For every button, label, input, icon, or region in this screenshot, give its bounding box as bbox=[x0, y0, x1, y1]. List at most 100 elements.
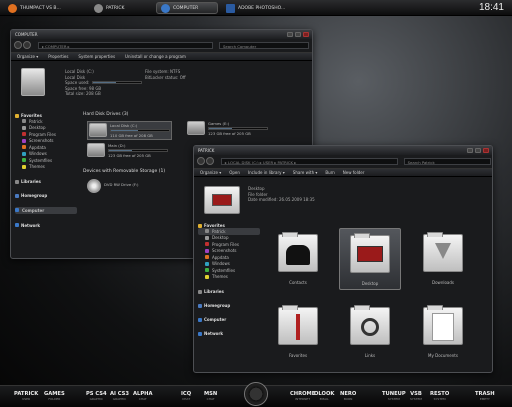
back-button[interactable] bbox=[197, 157, 205, 165]
folder-label: Downloads bbox=[432, 280, 454, 285]
details-pane-right: File system: NTFS BitLocker status: Off bbox=[145, 69, 186, 80]
back-button[interactable] bbox=[14, 41, 22, 49]
maximize-button[interactable] bbox=[295, 32, 301, 37]
folder-icon bbox=[22, 145, 26, 150]
dock-item-msn[interactable]: MSN CHAT bbox=[204, 391, 217, 401]
dock-item-tuneup[interactable]: TUNEUP SYSTEM bbox=[382, 391, 406, 401]
folder-icon bbox=[22, 151, 26, 156]
folder-icon bbox=[205, 268, 209, 273]
folder-desktop[interactable]: Desktop bbox=[339, 228, 401, 290]
details-fs: File system: NTFS bbox=[145, 69, 181, 74]
task-firefox[interactable]: THUMPACT VS B... bbox=[4, 2, 84, 14]
drive-name: Main (D:) bbox=[108, 143, 126, 148]
photoshop-icon bbox=[226, 3, 235, 13]
open-button[interactable]: Open bbox=[229, 170, 240, 175]
dock-item-ps-cs4[interactable]: PS CS4 GRAPHIC bbox=[86, 391, 107, 401]
removable-section-header[interactable]: Devices with Removable Storage (1) bbox=[83, 169, 165, 174]
homegroup-icon bbox=[15, 193, 19, 198]
include-library-button[interactable]: Include in library ▾ bbox=[248, 170, 285, 175]
drive-name: Games (E:) bbox=[208, 121, 230, 126]
dvd-drive[interactable]: DVD RW Drive (F:) bbox=[87, 179, 139, 193]
task-patrick[interactable]: PATRICK bbox=[90, 2, 150, 14]
forward-button[interactable] bbox=[205, 157, 214, 165]
dock-item-olook[interactable]: OLOOK EMAIL bbox=[314, 391, 334, 401]
folder-favorites[interactable]: Favorites bbox=[267, 301, 329, 363]
minimize-button[interactable] bbox=[467, 148, 473, 153]
drive-free: 110 GB free of 208 GB bbox=[110, 133, 153, 138]
path-input[interactable]: ▸ LOCAL DISK (C:) ▸ USER ▸ PATRICK ▸ bbox=[220, 157, 398, 165]
drive-c[interactable]: Local Disk (C:) 110 GB free of 208 GB bbox=[87, 121, 172, 140]
sidebar-group-network[interactable]: Network bbox=[15, 223, 77, 228]
hdd-section-header[interactable]: Hard Disk Drives (3) bbox=[83, 112, 128, 117]
search-input[interactable]: Search Computer bbox=[219, 41, 309, 49]
system-properties-button[interactable]: System properties bbox=[78, 54, 115, 59]
favorites-folder-icon bbox=[278, 305, 318, 345]
dock-item-nero[interactable]: NERO BURN bbox=[340, 391, 356, 401]
dock-item-vsb[interactable]: VSB SYSTEM bbox=[410, 391, 422, 401]
sidebar-group-computer[interactable]: Computer bbox=[15, 207, 77, 214]
folder-my-documents[interactable]: My Documents bbox=[412, 301, 474, 363]
properties-button[interactable]: Properties bbox=[48, 54, 68, 59]
drive-d[interactable]: Main (D:) 123 GB free of 205 GB bbox=[87, 143, 168, 158]
folder-downloads[interactable]: Downloads bbox=[412, 228, 474, 290]
task-label: THUMPACT VS B... bbox=[20, 5, 61, 11]
sidebar-group-homegroup[interactable]: Homegroup bbox=[198, 303, 260, 308]
dock-item-alpha[interactable]: ALPHA CHAT bbox=[133, 391, 152, 401]
sidebar-group-network[interactable]: Network bbox=[198, 331, 260, 336]
dock-item-trash[interactable]: TRASH EMPTY bbox=[475, 391, 495, 401]
dock-item-icq[interactable]: ICQ CHAT bbox=[181, 391, 191, 401]
computer-icon bbox=[198, 317, 202, 322]
task-photoshop[interactable]: ADOBE PHOTOSHO... bbox=[222, 2, 302, 14]
burn-button[interactable]: Burn bbox=[325, 170, 334, 175]
dock-item-games[interactable]: GAMES FOLDER bbox=[44, 391, 65, 401]
forward-button[interactable] bbox=[23, 41, 31, 49]
window-title: COMPUTER bbox=[11, 30, 312, 39]
folder-links[interactable]: Links bbox=[339, 301, 401, 363]
sidebar-group-libraries[interactable]: Libraries bbox=[198, 289, 260, 294]
drive-large-icon bbox=[21, 68, 45, 96]
dock-item-chrome[interactable]: CHROME INTERNET bbox=[290, 391, 315, 401]
libraries-icon bbox=[198, 289, 202, 294]
drive-e[interactable]: Games (E:) 123 GB free of 205 GB bbox=[187, 121, 268, 136]
task-label: PATRICK bbox=[106, 5, 125, 11]
star-icon bbox=[15, 113, 19, 118]
task-computer[interactable]: COMPUTER bbox=[156, 2, 218, 14]
clock-dial-icon[interactable] bbox=[244, 382, 268, 406]
network-icon bbox=[198, 331, 202, 336]
close-button[interactable] bbox=[303, 32, 309, 37]
sidebar-group-libraries[interactable]: Libraries bbox=[15, 179, 77, 184]
minimize-button[interactable] bbox=[287, 32, 293, 37]
address-bar: ▸ COMPUTER ▸ Search Computer bbox=[14, 41, 311, 49]
sidebar-group-computer[interactable]: Computer bbox=[198, 317, 260, 322]
dock-item-resto[interactable]: RESTO SYSTEM bbox=[430, 391, 449, 401]
patrick-window: PATRICK ▸ LOCAL DISK (C:) ▸ USER ▸ PATRI… bbox=[193, 145, 493, 373]
drive-name: Local Disk (C:) bbox=[110, 123, 138, 128]
sidebar-group-homegroup[interactable]: Homegroup bbox=[15, 193, 77, 198]
folder-label: Desktop bbox=[361, 281, 379, 286]
sidebar-item-themes[interactable]: Themes bbox=[198, 274, 260, 281]
desktop-folder-icon bbox=[350, 233, 390, 273]
folder-icon bbox=[205, 229, 209, 234]
task-label: COMPUTER bbox=[173, 5, 199, 11]
new-folder-button[interactable]: New folder bbox=[343, 170, 365, 175]
homegroup-icon bbox=[198, 303, 202, 308]
sidebar-item-themes[interactable]: Themes bbox=[15, 164, 77, 171]
folder-contacts[interactable]: Contacts bbox=[267, 228, 329, 290]
uninstall-button[interactable]: Uninstall or change a program bbox=[125, 54, 186, 59]
organize-button[interactable]: Organize ▾ bbox=[17, 54, 38, 59]
drive-free: 123 GB free of 205 GB bbox=[108, 153, 151, 158]
folder-icon bbox=[205, 248, 209, 253]
top-taskbar: THUMPACT VS B... PATRICK COMPUTER ADOBE … bbox=[0, 0, 512, 16]
folder-label: Links bbox=[364, 353, 376, 358]
dock-item-ai-cs3[interactable]: AI CS3 GRAPHIC bbox=[110, 391, 129, 401]
firefox-icon bbox=[8, 3, 17, 13]
folder-label: Favorites bbox=[288, 353, 308, 358]
share-with-button[interactable]: Share with ▾ bbox=[293, 170, 318, 175]
organize-button[interactable]: Organize ▾ bbox=[200, 170, 221, 175]
path-input[interactable]: ▸ COMPUTER ▸ bbox=[38, 41, 213, 49]
close-button[interactable] bbox=[483, 148, 489, 153]
maximize-button[interactable] bbox=[475, 148, 481, 153]
task-label: ADOBE PHOTOSHO... bbox=[238, 5, 286, 11]
search-input[interactable]: Search Patrick bbox=[403, 157, 491, 165]
dock-item-patrick[interactable]: PATRICK USER bbox=[14, 391, 38, 401]
